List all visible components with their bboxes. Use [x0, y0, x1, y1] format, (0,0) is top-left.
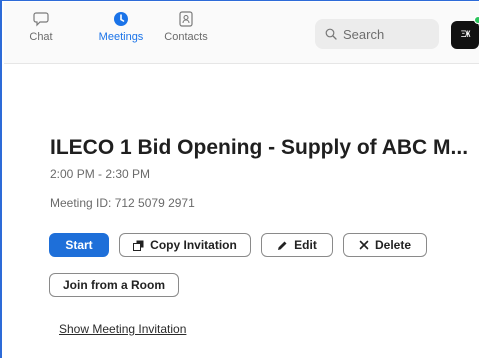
- nav-tab-chat[interactable]: Chat: [6, 10, 76, 43]
- copy-invitation-label: Copy Invitation: [150, 238, 237, 252]
- meeting-title: ILECO 1 Bid Opening - Supply of ABC M...: [50, 136, 469, 159]
- delete-button[interactable]: Delete: [343, 233, 427, 257]
- edit-button-label: Edit: [294, 238, 317, 252]
- nav-tab-meetings-label: Meetings: [98, 31, 144, 43]
- contact-card-icon: [179, 11, 193, 27]
- pencil-icon: [278, 241, 287, 250]
- avatar[interactable]: ΞЖ: [451, 21, 479, 49]
- search-box[interactable]: [315, 19, 439, 49]
- start-button-label: Start: [65, 238, 93, 252]
- edit-button[interactable]: Edit: [261, 233, 333, 257]
- nav-tab-chat-label: Chat: [29, 31, 53, 43]
- copy-icon: [133, 240, 144, 251]
- start-button[interactable]: Start: [49, 233, 109, 257]
- avatar-initials: ΞЖ: [460, 30, 471, 40]
- chat-bubble-icon: [33, 12, 49, 27]
- close-icon: [359, 240, 369, 250]
- search-icon: [325, 28, 337, 40]
- meeting-time: 2:00 PM - 2:30 PM: [50, 167, 151, 181]
- join-from-room-label: Join from a Room: [62, 278, 165, 292]
- delete-button-label: Delete: [374, 238, 412, 252]
- clock-icon: [114, 12, 128, 26]
- search-input[interactable]: [343, 26, 433, 42]
- top-navigation-bar: Chat Meetings Contacts ΞЖ: [4, 2, 479, 64]
- show-meeting-invitation-link[interactable]: Show Meeting Invitation: [59, 322, 186, 336]
- meetings-window: Chat Meetings Contacts ΞЖ: [0, 0, 479, 358]
- nav-tab-contacts-label: Contacts: [164, 31, 208, 43]
- nav-tab-meetings[interactable]: Meetings: [86, 10, 156, 43]
- copy-invitation-button[interactable]: Copy Invitation: [119, 233, 251, 257]
- nav-tab-contacts[interactable]: Contacts: [151, 10, 221, 43]
- online-status-dot: [474, 16, 479, 24]
- join-from-room-button[interactable]: Join from a Room: [49, 273, 179, 297]
- meeting-id: Meeting ID: 712 5079 2971: [50, 196, 195, 210]
